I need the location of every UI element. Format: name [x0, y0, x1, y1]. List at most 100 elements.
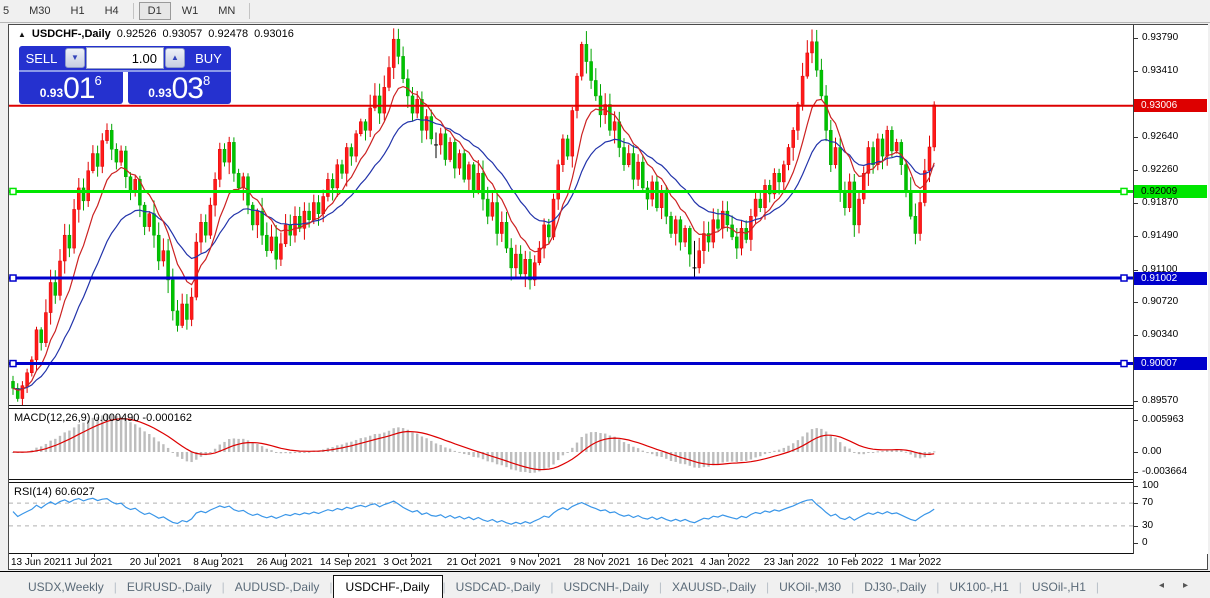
- trade-panel-top-row: SELL ▼ ▲ BUY: [19, 46, 231, 72]
- buy-price-pip: 8: [203, 73, 210, 88]
- rsi-axis-tick: [1134, 526, 1138, 527]
- chart-tab-ukoil-m30[interactable]: UKOil-,M30: [769, 576, 851, 598]
- price-axis-tick-label: 0.93410: [1142, 65, 1178, 77]
- price-axis-tick: [1134, 38, 1138, 39]
- timeframe-button-h4[interactable]: H4: [96, 2, 128, 20]
- buy-button[interactable]: BUY: [186, 50, 231, 67]
- price-axis-tick: [1134, 236, 1138, 237]
- timeframe-button-d1[interactable]: D1: [139, 2, 171, 20]
- date-axis-label: 28 Nov 2021: [574, 557, 631, 568]
- macd-axis-label: 0.00: [1142, 446, 1161, 458]
- chart-tab-usdcad-daily[interactable]: USDCAD-,Daily: [446, 576, 551, 598]
- price-line-label: 0.93006: [1134, 99, 1207, 112]
- price-axis: 0.93790 0.93410 0.92640 0.92260 0.91870 0.914…: [1133, 25, 1208, 554]
- price-axis-tick: [1134, 401, 1138, 402]
- price-axis-tick-label: 0.91490: [1142, 230, 1178, 242]
- date-axis: 13 Jun 20211 Jul 202120 Jul 20218 Aug 20…: [9, 554, 1207, 569]
- timeframe-button-5[interactable]: 5: [1, 2, 18, 20]
- ohlc-high: 0.93057: [163, 28, 203, 40]
- timeframe-button-w1[interactable]: W1: [173, 2, 208, 20]
- price-axis-tick: [1134, 302, 1138, 303]
- chart-tabs: USDX,Weekly|EURUSD-,Daily|AUDUSD-,Daily|…: [0, 571, 1210, 598]
- macd-axis-tick: [1134, 420, 1138, 421]
- volume-input[interactable]: [86, 47, 164, 69]
- sell-price-prefix: 0.93: [40, 86, 63, 100]
- price-axis-tick: [1134, 203, 1138, 204]
- price-axis-tick-label: 0.93790: [1142, 32, 1178, 44]
- macd-axis-label: -0.003664: [1142, 466, 1187, 478]
- chart-tab-dj30-daily[interactable]: DJ30-,Daily: [854, 576, 936, 598]
- rsi-axis-label: 70: [1142, 497, 1153, 509]
- volume-increase-icon[interactable]: ▲: [165, 48, 185, 68]
- chart-title: ▲ USDCHF-,Daily 0.92526 0.93057 0.92478 …: [18, 28, 294, 40]
- volume-decrease-icon[interactable]: ▼: [65, 48, 85, 68]
- chart-tab-usdx-weekly[interactable]: USDX,Weekly: [18, 576, 114, 598]
- symbol-period-label: USDCHF-,Daily: [32, 28, 111, 40]
- toolbar-separator: [249, 3, 250, 19]
- timeframe-button-h1[interactable]: H1: [62, 2, 94, 20]
- price-axis-tick-label: 0.89570: [1142, 395, 1178, 407]
- buy-price-prefix: 0.93: [148, 86, 171, 100]
- tab-scroll-right-icon[interactable]: ▸: [1177, 579, 1194, 592]
- macd-axis-tick: [1134, 452, 1138, 453]
- rsi-axis-label: 0: [1142, 537, 1148, 549]
- date-axis-label: 1 Mar 2022: [891, 557, 942, 568]
- price-axis-tick-label: 0.90720: [1142, 296, 1178, 308]
- ohlc-close: 0.93016: [254, 28, 294, 40]
- date-axis-label: 16 Dec 2021: [637, 557, 694, 568]
- price-axis-tick: [1134, 335, 1138, 336]
- rsi-axis-tick: [1134, 543, 1138, 544]
- tab-separator: |: [1096, 576, 1099, 598]
- rsi-axis-tick: [1134, 503, 1138, 504]
- sell-price-button[interactable]: 0.93016: [19, 72, 123, 104]
- collapse-chart-icon[interactable]: ▲: [18, 30, 26, 39]
- date-axis-label: 1 Jul 2021: [66, 557, 112, 568]
- price-line-label: 0.92009: [1134, 185, 1207, 198]
- date-axis-label: 3 Oct 2021: [383, 557, 432, 568]
- price-axis-tick: [1134, 137, 1138, 138]
- date-axis-label: 9 Nov 2021: [510, 557, 561, 568]
- trade-panel-price-row: 0.93016 0.93038: [19, 72, 231, 104]
- buy-price-button[interactable]: 0.93038: [128, 72, 232, 104]
- chart-tab-audusd-daily[interactable]: AUDUSD-,Daily: [225, 576, 330, 598]
- chart-tab-usdcnh-daily[interactable]: USDCNH-,Daily: [553, 576, 658, 598]
- rsi-axis-label: 100: [1142, 480, 1159, 492]
- toolbar-separator: [133, 3, 134, 19]
- price-axis-tick: [1134, 270, 1138, 271]
- one-click-trade-panel: SELL ▼ ▲ BUY 0.93016 0.93038: [19, 46, 231, 104]
- date-axis-label: 4 Jan 2022: [700, 557, 750, 568]
- chart-tab-usoil-h1[interactable]: USOil-,H1: [1022, 576, 1096, 598]
- rsi-indicator-label: RSI(14) 60.6027: [14, 486, 95, 498]
- timeframe-button-mn[interactable]: MN: [209, 2, 244, 20]
- price-axis-tick-label: 0.92260: [1142, 164, 1178, 176]
- price-line-label: 0.90007: [1134, 357, 1207, 370]
- app-window: 5M30H1H4 D1W1MN 0.93790 0.93410 0.92640 0.92…: [0, 0, 1210, 598]
- ohlc-low: 0.92478: [208, 28, 248, 40]
- timeframe-toolbar: 5M30H1H4 D1W1MN: [0, 0, 1210, 23]
- chart-tab-uk100-h1[interactable]: UK100-,H1: [939, 576, 1018, 598]
- date-axis-label: 26 Aug 2021: [257, 557, 313, 568]
- date-axis-label: 14 Sep 2021: [320, 557, 377, 568]
- macd-axis-label: 0.005963: [1142, 414, 1184, 426]
- tab-scroll-left-icon[interactable]: ◂: [1153, 579, 1170, 592]
- rsi-pane: [9, 483, 1133, 553]
- chart-window: 0.93790 0.93410 0.92640 0.92260 0.91870 0.914…: [8, 24, 1208, 570]
- rsi-axis-label: 30: [1142, 520, 1153, 532]
- price-line-label: 0.91002: [1134, 272, 1207, 285]
- chart-tab-eurusd-daily[interactable]: EURUSD-,Daily: [117, 576, 222, 598]
- chart-tab-xauusd-daily[interactable]: XAUUSD-,Daily: [662, 576, 766, 598]
- date-axis-label: 13 Jun 2021: [11, 557, 66, 568]
- ohlc-open: 0.92526: [117, 28, 157, 40]
- macd-indicator-label: MACD(12,26,9) 0.000490 -0.000162: [14, 412, 192, 424]
- date-axis-label: 23 Jan 2022: [764, 557, 819, 568]
- macd-axis-tick: [1134, 472, 1138, 473]
- price-axis-tick-label: 0.91870: [1142, 197, 1178, 209]
- timeframe-button-m30[interactable]: M30: [20, 2, 59, 20]
- price-axis-tick: [1134, 170, 1138, 171]
- date-axis-label: 20 Jul 2021: [130, 557, 182, 568]
- date-axis-label: 10 Feb 2022: [827, 557, 883, 568]
- rsi-axis-tick: [1134, 486, 1138, 487]
- price-axis-tick-label: 0.92640: [1142, 131, 1178, 143]
- sell-button[interactable]: SELL: [19, 50, 64, 67]
- chart-tab-usdchf-daily[interactable]: USDCHF-,Daily: [333, 575, 443, 598]
